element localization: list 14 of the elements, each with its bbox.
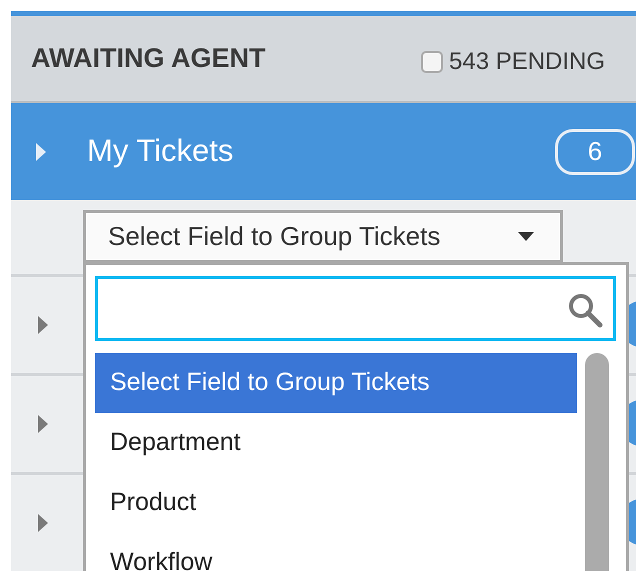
my-tickets-label: My Tickets — [87, 132, 234, 170]
caret-down-icon — [518, 232, 534, 241]
search-field[interactable] — [95, 276, 616, 341]
dropdown-option[interactable]: Select Field to Group Tickets — [95, 353, 577, 413]
caret-icon[interactable] — [37, 513, 49, 533]
search-icon — [567, 292, 603, 328]
queue-title: AWAITING AGENT — [31, 42, 266, 76]
group-field-dropdown[interactable]: Select Field to Group Tickets — [83, 210, 563, 263]
pending-checkbox[interactable] — [421, 50, 443, 72]
pending-count: 543 PENDING — [449, 46, 606, 76]
caret-icon[interactable] — [37, 315, 49, 335]
caret-icon[interactable] — [37, 414, 49, 434]
scrollbar[interactable] — [585, 353, 609, 571]
ticket-count-badge: 6 — [555, 128, 635, 174]
